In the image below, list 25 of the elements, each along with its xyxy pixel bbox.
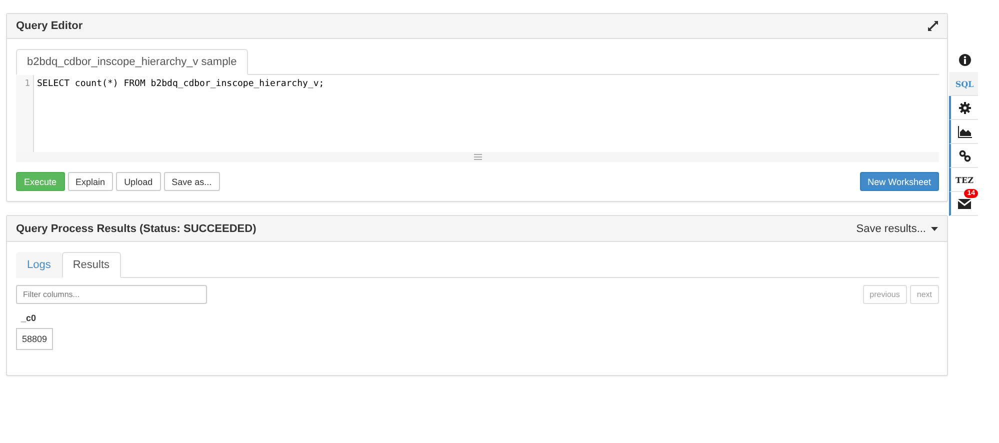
action-button[interactable]: Explain — [68, 172, 114, 191]
info-icon — [958, 54, 970, 66]
worksheet-tab[interactable]: b2bdq_cdbor_inscope_hierarchy_v sample — [16, 49, 248, 75]
results-tab[interactable]: Results — [62, 252, 121, 278]
code-line: SELECT count(*) FROM b2bdq_cdbor_inscope_hierarchy_v; — [37, 79, 324, 89]
action-button[interactable]: Upload — [116, 172, 161, 191]
line-number: 1 — [24, 79, 30, 89]
filter-columns-field[interactable]: Filter columns... — [16, 285, 207, 304]
table-cell: 58809 — [16, 328, 54, 350]
action-button[interactable]: Save as... — [164, 172, 220, 191]
area-chart-icon — [958, 126, 972, 138]
panel-title: Query Editor — [16, 20, 83, 32]
resize-grip-icon[interactable] — [474, 154, 482, 160]
new-worksheet-button[interactable]: New Worksheet — [860, 172, 939, 191]
column-header: _c0 — [21, 313, 38, 323]
gear-icon — [958, 102, 970, 114]
save-results-menu[interactable]: Save results... — [856, 222, 938, 234]
panel-title: Query Process Results (Status: SUCCEEDED) — [16, 222, 256, 234]
envelope-icon — [958, 198, 971, 208]
link-icon — [958, 150, 970, 162]
expand-icon[interactable] — [928, 21, 938, 31]
sidebar-tab[interactable] — [949, 120, 978, 144]
caret-icon — [931, 226, 938, 230]
sidebar-tab[interactable] — [949, 96, 978, 120]
sidebar-tab[interactable] — [949, 144, 978, 168]
